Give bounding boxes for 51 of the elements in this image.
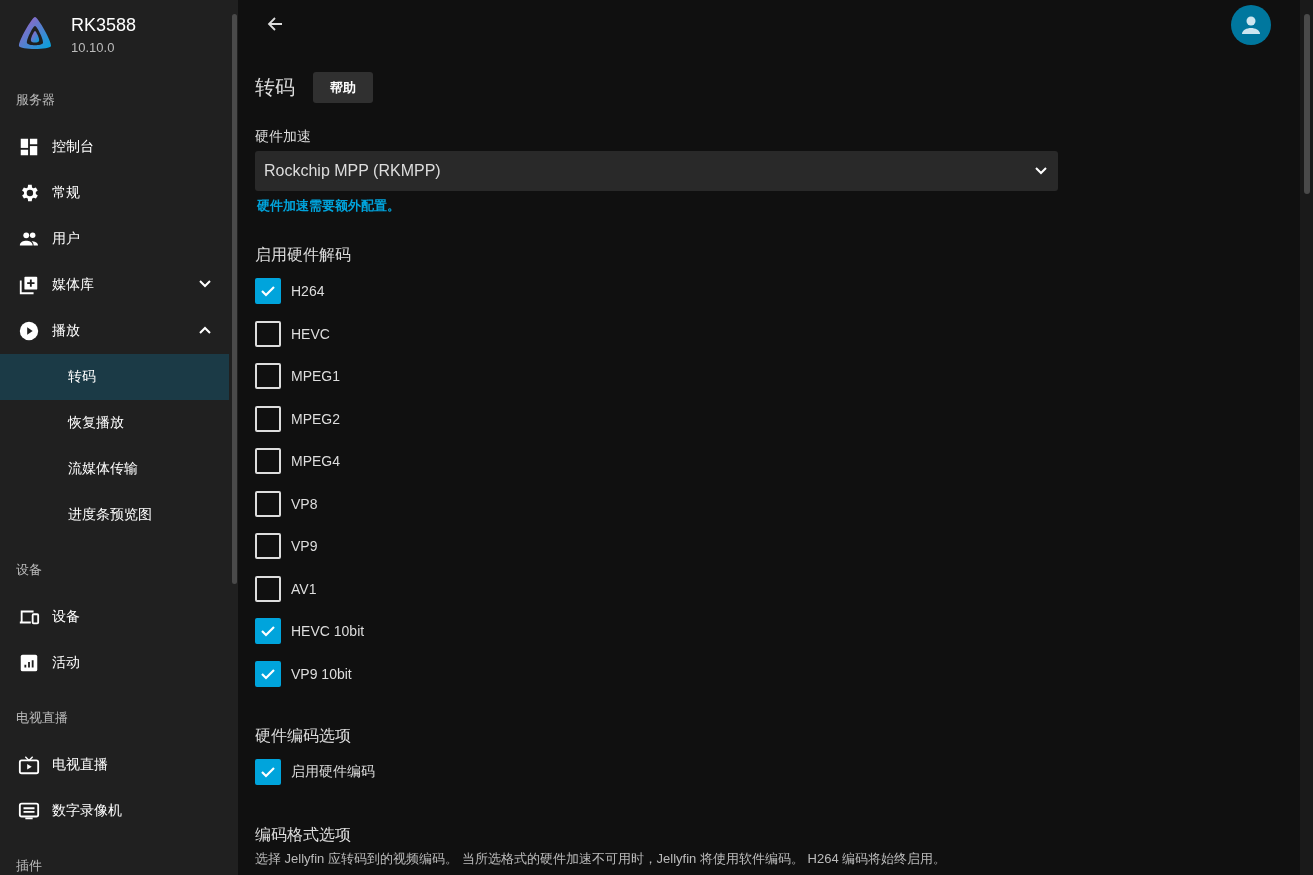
dvr-icon — [18, 800, 40, 822]
checkbox-label: VP9 10bit — [291, 665, 352, 682]
section-description: 选择 Jellyfin 应转码到的视频编码。 当所选格式的硬件加速不可用时，Jellyfin 将使用软件编码。 H264 编码将始终启用。 — [255, 849, 948, 868]
back-arrow-icon[interactable] — [266, 15, 284, 33]
checkbox[interactable] — [255, 278, 281, 305]
checkbox[interactable] — [255, 759, 281, 786]
nav-subitem[interactable]: 流媒体传输 — [0, 446, 229, 492]
section-title: 服务器 — [16, 92, 55, 107]
nav-item[interactable]: 常规 — [0, 170, 230, 216]
page-title: 转码 — [255, 75, 295, 100]
hardware-acceleration-select[interactable]: Rockchip MPP (RKMPP) — [255, 151, 1058, 191]
section-title: 设备 — [16, 562, 42, 577]
nav-item[interactable]: 控制台 — [0, 124, 230, 170]
section-heading: 启用硬件解码 — [255, 245, 352, 265]
activity-icon — [18, 652, 40, 674]
nav-item[interactable]: 活动 — [0, 640, 230, 686]
server-name: RK3588 — [71, 13, 137, 36]
nav-item[interactable]: 电视直播 — [0, 742, 230, 788]
checkbox-label: MPEG2 — [291, 410, 340, 427]
checkbox-label: HEVC 10bit — [291, 623, 365, 640]
nav-item[interactable]: 数字录像机 — [0, 788, 230, 834]
checkbox[interactable] — [255, 618, 281, 645]
checkbox-label: 启用硬件编码 — [291, 763, 375, 782]
server-version: 10.10.0 — [71, 39, 116, 55]
play-icon — [18, 320, 40, 342]
checkbox-label: H264 — [291, 283, 325, 300]
nav-subitem[interactable]: 进度条预览图 — [0, 492, 229, 538]
checkbox-label: VP8 — [291, 495, 318, 512]
section-heading: 编码格式选项 — [255, 824, 352, 845]
dashboard-icon — [18, 136, 40, 158]
nav-subitem[interactable]: 恢复播放 — [0, 400, 229, 446]
user-avatar[interactable] — [1231, 5, 1271, 45]
tv-icon — [18, 754, 40, 776]
nav-item[interactable]: 播放 — [0, 308, 230, 354]
checkbox-label: AV1 — [291, 580, 317, 597]
help-button[interactable]: 帮助 — [313, 72, 373, 103]
field-label: 硬件加速 — [255, 127, 312, 145]
nav-subitem[interactable]: 转码 — [0, 354, 229, 400]
checkbox[interactable] — [255, 660, 281, 687]
configuration-link[interactable]: 硬件加速需要额外配置。 — [257, 198, 400, 213]
section-title: 插件 — [16, 858, 42, 873]
checkbox-label: HEVC — [291, 325, 330, 342]
section-title: 电视直播 — [16, 710, 68, 725]
section-heading: 硬件编码选项 — [255, 726, 352, 746]
library-add-icon — [18, 274, 40, 296]
nav-item[interactable]: 媒体库 — [0, 262, 230, 308]
checkbox-label: MPEG4 — [291, 453, 340, 470]
checkbox-label: VP9 — [291, 538, 318, 555]
nav-item[interactable]: 用户 — [0, 216, 230, 262]
nav-item[interactable]: 设备 — [0, 594, 230, 640]
checkbox-label: MPEG1 — [291, 368, 340, 385]
